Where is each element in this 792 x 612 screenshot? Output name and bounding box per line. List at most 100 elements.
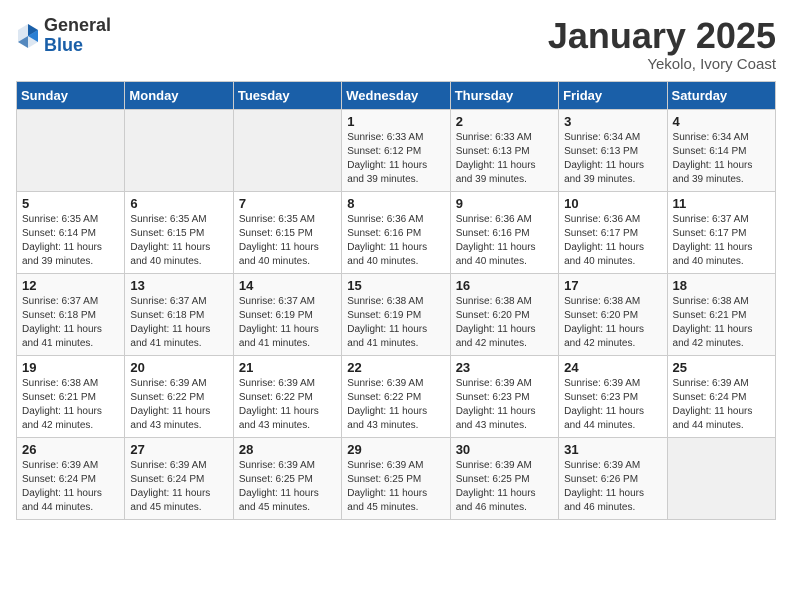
calendar-cell: 19Sunrise: 6:38 AM Sunset: 6:21 PM Dayli… [17,355,125,437]
day-info: Sunrise: 6:33 AM Sunset: 6:13 PM Dayligh… [456,131,553,187]
day-number: 30 [456,442,553,457]
calendar-cell: 22 Sunrise: 6:39 AM Sunset: 6:22 PM Dayli… [342,355,450,437]
weekday-header: Monday [125,81,233,109]
calendar-cell: 26 Sunrise: 6:39 AM Sunset: 6:24 PM Dayli… [17,437,125,519]
day-number: 14 [239,278,336,293]
day-number: 20 [130,360,227,375]
calendar-cell: 25 Sunrise: 6:39 AM Sunset: 6:24 PM Dayli… [667,355,775,437]
day-info: Sunrise: 6:35 AM Sunset: 6:15 PM Dayligh… [239,213,336,269]
calendar: SundayMondayTuesdayWednesdayThursdayFrid… [16,81,776,520]
calendar-cell: 28Sunrise: 6:39 AM Sunset: 6:25 PM Dayli… [233,437,341,519]
calendar-cell: 6 Sunrise: 6:35 AM Sunset: 6:15 PM Daylig… [125,191,233,273]
day-info: Sunrise: 6:36 AM Sunset: 6:17 PM Dayligh… [564,213,661,269]
logo: General Blue [16,16,111,56]
day-number: 21 [239,360,336,375]
day-info: Sunrise: 6:39 AM Sunset: 6:25 PM Dayligh… [456,459,553,515]
day-number: 11 [673,196,770,211]
day-number: 8 [347,196,444,211]
day-number: 17 [564,278,661,293]
calendar-cell: 31 Sunrise: 6:39 AM Sunset: 6:26 PM Dayli… [559,437,667,519]
calendar-cell: 20 Sunrise: 6:39 AM Sunset: 6:22 PM Dayli… [125,355,233,437]
day-info: Sunrise: 6:36 AM Sunset: 6:16 PM Dayligh… [347,213,444,269]
day-number: 9 [456,196,553,211]
day-number: 13 [130,278,227,293]
day-number: 31 [564,442,661,457]
weekday-header: Tuesday [233,81,341,109]
day-number: 6 [130,196,227,211]
calendar-cell: 16 Sunrise: 6:38 AM Sunset: 6:20 PM Dayli… [450,273,558,355]
day-number: 25 [673,360,770,375]
weekday-header: Friday [559,81,667,109]
calendar-cell: 1 Sunrise: 6:33 AM Sunset: 6:12 PM Daylig… [342,109,450,191]
logo-general: General [44,15,111,35]
day-info: Sunrise: 6:36 AM Sunset: 6:16 PM Dayligh… [456,213,553,269]
day-number: 16 [456,278,553,293]
day-info: Sunrise: 6:39 AM Sunset: 6:23 PM Dayligh… [564,377,661,433]
day-info: Sunrise: 6:39 AM Sunset: 6:22 PM Dayligh… [347,377,444,433]
day-info: Sunrise: 6:39 AM Sunset: 6:22 PM Dayligh… [239,377,336,433]
day-info: Sunrise: 6:38 AM Sunset: 6:21 PM Dayligh… [673,295,770,351]
day-info: Sunrise: 6:39 AM Sunset: 6:24 PM Dayligh… [673,377,770,433]
page-header: General Blue January 2025 Yekolo, Ivory … [16,16,776,73]
calendar-cell: 13 Sunrise: 6:37 AM Sunset: 6:18 PM Dayli… [125,273,233,355]
day-number: 24 [564,360,661,375]
day-info: Sunrise: 6:33 AM Sunset: 6:12 PM Dayligh… [347,131,444,187]
day-info: Sunrise: 6:34 AM Sunset: 6:14 PM Dayligh… [673,131,770,187]
calendar-cell [667,437,775,519]
calendar-cell [125,109,233,191]
calendar-week-row: 19Sunrise: 6:38 AM Sunset: 6:21 PM Dayli… [17,355,776,437]
calendar-cell: 23Sunrise: 6:39 AM Sunset: 6:23 PM Dayli… [450,355,558,437]
day-number: 27 [130,442,227,457]
day-info: Sunrise: 6:38 AM Sunset: 6:20 PM Dayligh… [564,295,661,351]
calendar-cell: 3Sunrise: 6:34 AM Sunset: 6:13 PM Daylig… [559,109,667,191]
calendar-cell: 10 Sunrise: 6:36 AM Sunset: 6:17 PM Dayli… [559,191,667,273]
calendar-cell: 17 Sunrise: 6:38 AM Sunset: 6:20 PM Dayli… [559,273,667,355]
calendar-cell: 29 Sunrise: 6:39 AM Sunset: 6:25 PM Dayli… [342,437,450,519]
location: Yekolo, Ivory Coast [548,56,776,73]
calendar-cell: 7 Sunrise: 6:35 AM Sunset: 6:15 PM Daylig… [233,191,341,273]
day-info: Sunrise: 6:35 AM Sunset: 6:15 PM Dayligh… [130,213,227,269]
calendar-cell: 8 Sunrise: 6:36 AM Sunset: 6:16 PM Daylig… [342,191,450,273]
day-info: Sunrise: 6:37 AM Sunset: 6:19 PM Dayligh… [239,295,336,351]
day-info: Sunrise: 6:35 AM Sunset: 6:14 PM Dayligh… [22,213,119,269]
day-number: 18 [673,278,770,293]
day-number: 26 [22,442,119,457]
day-info: Sunrise: 6:39 AM Sunset: 6:26 PM Dayligh… [564,459,661,515]
day-number: 2 [456,114,553,129]
calendar-cell: 27 Sunrise: 6:39 AM Sunset: 6:24 PM Dayli… [125,437,233,519]
day-number: 10 [564,196,661,211]
day-info: Sunrise: 6:39 AM Sunset: 6:22 PM Dayligh… [130,377,227,433]
calendar-cell: 21 Sunrise: 6:39 AM Sunset: 6:22 PM Dayli… [233,355,341,437]
weekday-header: Saturday [667,81,775,109]
day-info: Sunrise: 6:38 AM Sunset: 6:19 PM Dayligh… [347,295,444,351]
weekday-header: Wednesday [342,81,450,109]
day-number: 1 [347,114,444,129]
day-info: Sunrise: 6:34 AM Sunset: 6:13 PM Dayligh… [564,131,661,187]
calendar-cell: 11 Sunrise: 6:37 AM Sunset: 6:17 PM Dayli… [667,191,775,273]
calendar-cell: 18 Sunrise: 6:38 AM Sunset: 6:21 PM Dayli… [667,273,775,355]
day-info: Sunrise: 6:38 AM Sunset: 6:20 PM Dayligh… [456,295,553,351]
month-title: January 2025 [548,16,776,56]
day-number: 28 [239,442,336,457]
day-number: 22 [347,360,444,375]
day-info: Sunrise: 6:37 AM Sunset: 6:18 PM Dayligh… [130,295,227,351]
calendar-week-row: 26 Sunrise: 6:39 AM Sunset: 6:24 PM Dayli… [17,437,776,519]
calendar-week-row: 1 Sunrise: 6:33 AM Sunset: 6:12 PM Daylig… [17,109,776,191]
logo-icon [16,22,40,50]
title-block: January 2025 Yekolo, Ivory Coast [548,16,776,73]
day-info: Sunrise: 6:37 AM Sunset: 6:17 PM Dayligh… [673,213,770,269]
day-info: Sunrise: 6:39 AM Sunset: 6:25 PM Dayligh… [347,459,444,515]
day-number: 19 [22,360,119,375]
day-number: 7 [239,196,336,211]
calendar-week-row: 5Sunrise: 6:35 AM Sunset: 6:14 PM Daylig… [17,191,776,273]
day-number: 23 [456,360,553,375]
calendar-week-row: 12Sunrise: 6:37 AM Sunset: 6:18 PM Dayli… [17,273,776,355]
calendar-cell: 2 Sunrise: 6:33 AM Sunset: 6:13 PM Daylig… [450,109,558,191]
calendar-cell: 24 Sunrise: 6:39 AM Sunset: 6:23 PM Dayli… [559,355,667,437]
day-info: Sunrise: 6:39 AM Sunset: 6:24 PM Dayligh… [22,459,119,515]
calendar-cell: 14 Sunrise: 6:37 AM Sunset: 6:19 PM Dayli… [233,273,341,355]
day-number: 4 [673,114,770,129]
day-info: Sunrise: 6:39 AM Sunset: 6:24 PM Dayligh… [130,459,227,515]
day-number: 29 [347,442,444,457]
weekday-header: Thursday [450,81,558,109]
